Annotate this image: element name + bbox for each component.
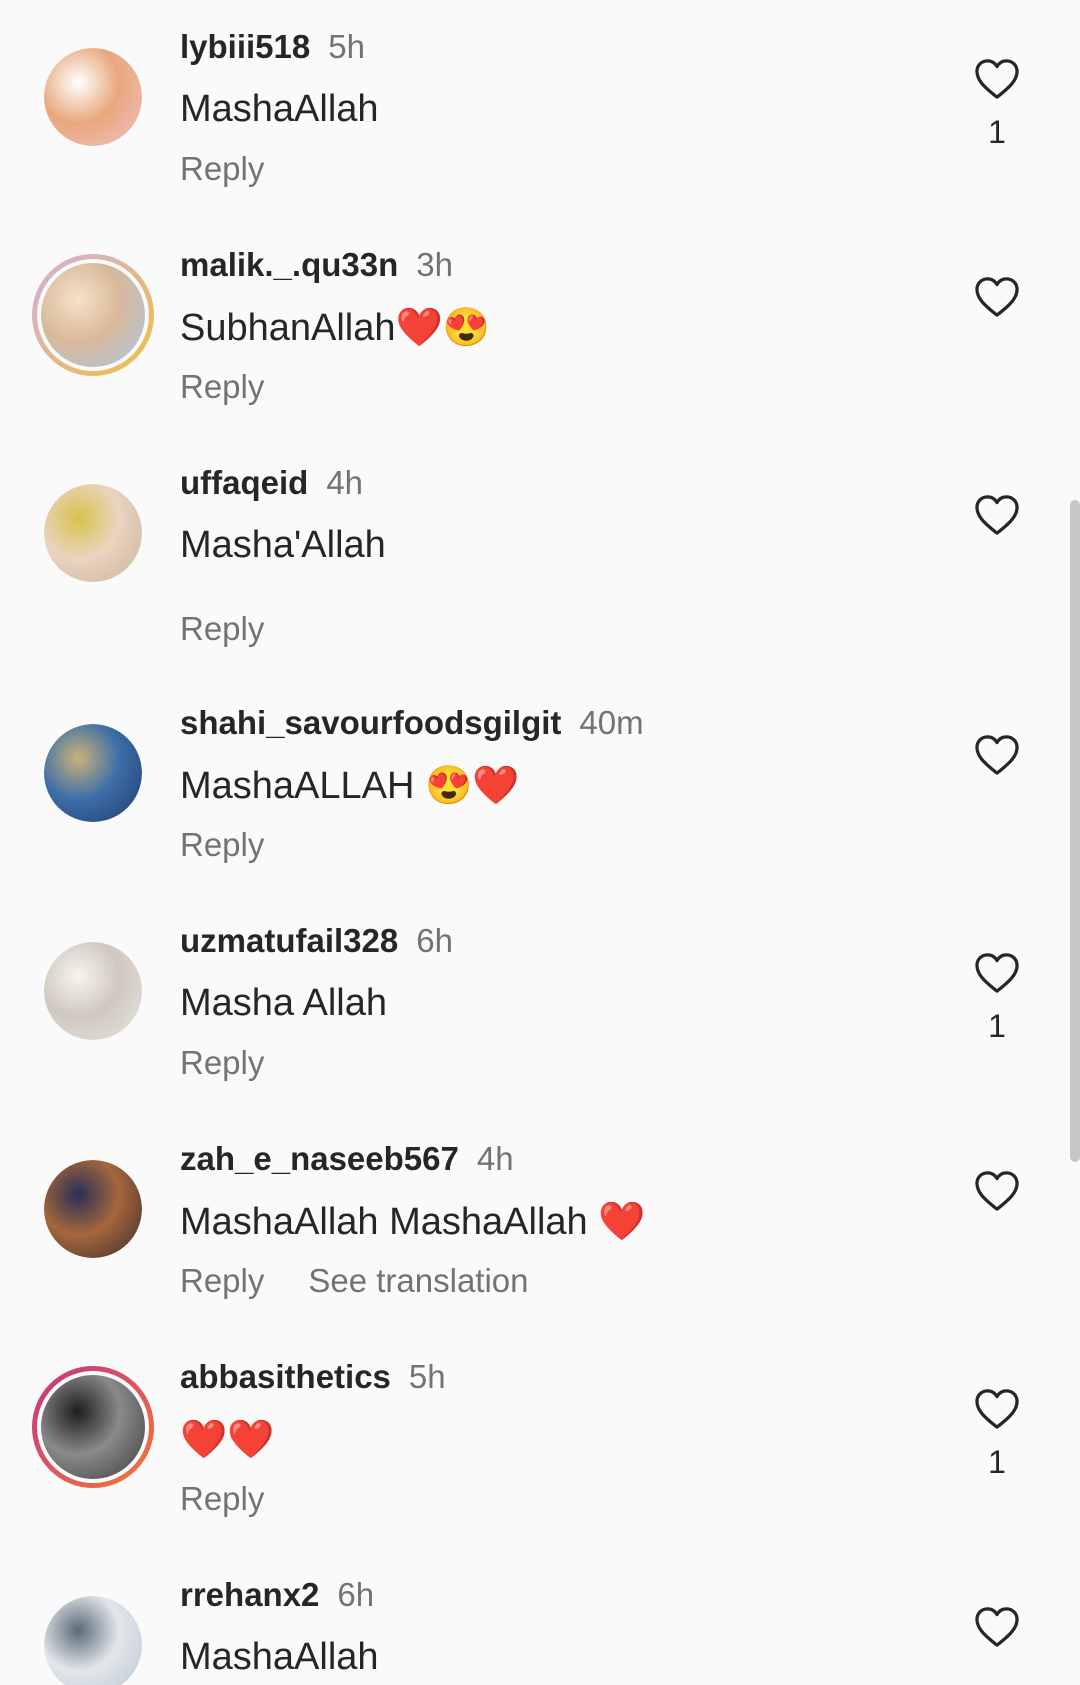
avatar[interactable] — [44, 1160, 142, 1258]
like-count: 1 — [988, 1008, 1006, 1044]
like-button[interactable] — [974, 734, 1020, 780]
username[interactable]: uzmatufail328 — [180, 922, 398, 959]
username[interactable]: shahi_savourfoodsgilgit — [180, 704, 561, 741]
comment-item: abbasithetics 5h ❤️❤️ Reply 1 — [0, 1330, 1080, 1548]
comment-actions: Reply — [180, 826, 264, 864]
avatar[interactable] — [44, 484, 142, 582]
comment-header: uzmatufail328 6h — [180, 922, 453, 960]
comment-item: rrehanx26h MashaAllah Reply — [0, 1548, 1080, 1685]
comment-item: uffaqeid 4h Masha'Allah Reply — [0, 436, 1080, 654]
comment-item: malik._.qu33n 3h SubhanAllah❤️😍 Reply — [0, 218, 1080, 436]
avatar[interactable] — [32, 1366, 154, 1488]
comment-actions: Reply — [180, 1044, 264, 1082]
comment-text: MashaALLAH 😍❤️ — [180, 765, 520, 807]
heart-outline-icon — [975, 495, 1019, 535]
heart-outline-icon — [975, 1389, 1019, 1429]
reply-button[interactable]: Reply — [180, 826, 264, 863]
avatar-image — [37, 1371, 149, 1483]
comment-actions: Reply See translation — [180, 1262, 529, 1300]
heart-outline-icon — [975, 277, 1019, 317]
like-button[interactable] — [974, 1170, 1020, 1216]
reply-button[interactable]: Reply — [180, 1480, 264, 1517]
comment-actions: Reply — [180, 610, 264, 648]
avatar-image — [44, 1160, 142, 1258]
comment-header: lybiii518 5h — [180, 28, 365, 66]
scrollbar[interactable] — [1070, 500, 1080, 1162]
comment-text: Masha Allah — [180, 982, 388, 1024]
reply-button[interactable]: Reply — [180, 1262, 264, 1299]
like-button[interactable] — [974, 58, 1020, 104]
see-translation-button[interactable]: See translation — [308, 1262, 528, 1299]
avatar-image — [44, 942, 142, 1040]
comment-header: abbasithetics 5h — [180, 1358, 446, 1396]
like-button[interactable] — [974, 494, 1020, 540]
comment-text: ❤️❤️ — [180, 1419, 275, 1461]
comment-header: rrehanx2 6h — [180, 1576, 374, 1614]
comment-text: MashaAllah — [180, 1636, 379, 1678]
heart-outline-icon — [975, 953, 1019, 993]
timestamp: 6h — [416, 922, 453, 959]
heart-outline-icon — [975, 1607, 1019, 1647]
timestamp: 6h — [337, 1576, 375, 1613]
username[interactable]: uffaqeid — [180, 464, 308, 501]
reply-button[interactable]: Reply — [180, 368, 264, 405]
reply-button[interactable]: Reply — [180, 1044, 264, 1081]
heart-outline-icon — [975, 59, 1019, 99]
comment-text: Masha'Allah — [180, 524, 386, 566]
username[interactable]: abbasithetics — [180, 1358, 391, 1395]
timestamp: 3h — [416, 246, 453, 283]
like-count: 1 — [988, 1444, 1006, 1480]
comment-item: shahi_savourfoodsgilgit 40m MashaALLAH 😍❤… — [0, 676, 1080, 894]
comment-actions: Reply — [180, 368, 264, 406]
comment-actions: Reply — [180, 1480, 264, 1518]
timestamp: 4h — [476, 1140, 514, 1177]
avatar[interactable] — [32, 254, 154, 376]
avatar[interactable] — [44, 1596, 142, 1685]
comment-header: zah_e_naseeb567 4h — [180, 1140, 514, 1178]
timestamp: 4h — [326, 464, 364, 501]
comment-header: shahi_savourfoodsgilgit 40m — [180, 704, 644, 742]
like-button[interactable] — [974, 952, 1020, 998]
comment-header: malik._.qu33n 3h — [180, 246, 453, 284]
comment-item: lybiii518 5h MashaAllah Reply 1 — [0, 0, 1080, 218]
heart-outline-icon — [975, 735, 1019, 775]
comment-actions: Reply — [180, 150, 264, 188]
avatar[interactable] — [44, 942, 142, 1040]
username[interactable]: rrehanx2 — [180, 1576, 319, 1613]
comment-text: SubhanAllah❤️😍 — [180, 307, 491, 349]
like-button[interactable] — [974, 1606, 1020, 1652]
reply-button[interactable]: Reply — [180, 610, 264, 647]
avatar-image — [44, 48, 142, 146]
avatar[interactable] — [44, 724, 142, 822]
timestamp: 40m — [579, 704, 644, 741]
avatar-image — [44, 724, 142, 822]
comment-text: MashaAllah — [180, 88, 379, 130]
avatar[interactable] — [44, 48, 142, 146]
comment-item: uzmatufail328 6h Masha Allah Reply 1 — [0, 894, 1080, 1112]
username[interactable]: malik._.qu33n — [180, 246, 398, 283]
timestamp: 5h — [408, 1358, 446, 1395]
avatar-image — [44, 484, 142, 582]
like-count: 1 — [988, 114, 1006, 150]
comment-text: MashaAllah MashaAllah ❤️ — [180, 1201, 646, 1243]
like-button[interactable] — [974, 1388, 1020, 1434]
like-button[interactable] — [974, 276, 1020, 322]
comment-item: zah_e_naseeb567 4h MashaAllah MashaAllah … — [0, 1112, 1080, 1330]
timestamp: 5h — [328, 28, 365, 65]
reply-button[interactable]: Reply — [180, 150, 264, 187]
comments-list: lybiii518 5h MashaAllah Reply 1 malik._.q… — [0, 0, 1080, 1685]
comment-header: uffaqeid 4h — [180, 464, 363, 502]
heart-outline-icon — [975, 1171, 1019, 1211]
username[interactable]: zah_e_naseeb567 — [180, 1140, 459, 1177]
username[interactable]: lybiii518 — [180, 28, 310, 65]
avatar-image — [37, 259, 149, 371]
avatar-image — [44, 1596, 142, 1685]
